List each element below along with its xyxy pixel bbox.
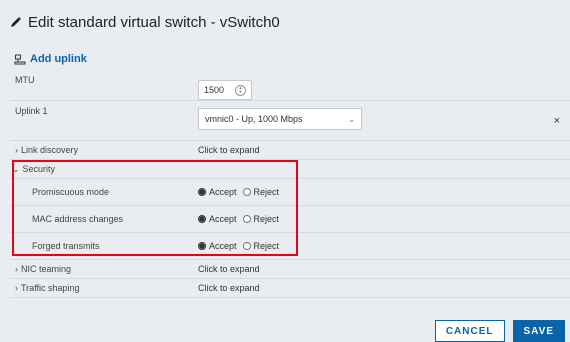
security-row[interactable]: ⌄ Security xyxy=(10,160,570,179)
add-uplink-label: Add uplink xyxy=(30,53,87,65)
promiscuous-accept-radio[interactable]: Accept xyxy=(198,187,237,197)
promiscuous-reject-radio[interactable]: Reject xyxy=(242,187,279,197)
mac-address-changes-label: MAC address changes xyxy=(32,214,124,224)
add-uplink-link[interactable]: Add uplink xyxy=(14,53,87,65)
promiscuous-mode-label: Promiscuous mode xyxy=(32,187,110,197)
forged-accept-radio[interactable]: Accept xyxy=(198,241,237,251)
promiscuous-mode-row: Promiscuous mode Accept Reject xyxy=(10,179,570,206)
chevron-right-icon[interactable]: › xyxy=(15,264,18,274)
radio-unselected-icon[interactable] xyxy=(242,242,251,250)
radio-selected-icon[interactable] xyxy=(198,242,206,250)
pencil-icon xyxy=(10,16,22,28)
link-discovery-label: Link discovery xyxy=(21,145,79,155)
uplink-selected-value: vmnic0 - Up, 1000 Mbps xyxy=(205,114,303,124)
forged-transmits-label: Forged transmits xyxy=(32,241,100,251)
chevron-down-icon: ⌄ xyxy=(348,114,355,124)
chevron-right-icon[interactable]: › xyxy=(15,145,18,155)
mtu-stepper-icon[interactable]: ▲ ▼ xyxy=(235,84,246,96)
mac-changes-reject-radio[interactable]: Reject xyxy=(242,214,279,224)
chevron-right-icon[interactable]: › xyxy=(15,283,18,293)
link-discovery-expand[interactable]: Click to expand xyxy=(190,145,570,155)
radio-selected-icon[interactable] xyxy=(198,215,206,223)
mtu-input[interactable]: 1500 ▲ ▼ xyxy=(198,80,252,100)
chevron-down-icon[interactable]: ⌄ xyxy=(12,164,20,174)
uplink-select[interactable]: vmnic0 - Up, 1000 Mbps ⌄ xyxy=(198,108,362,130)
traffic-shaping-expand[interactable]: Click to expand xyxy=(190,283,570,293)
traffic-shaping-label: Traffic shaping xyxy=(21,283,80,293)
radio-unselected-icon[interactable] xyxy=(242,188,251,196)
mtu-value: 1500 xyxy=(204,85,225,95)
dialog-title: Edit standard virtual switch - vSwitch0 xyxy=(10,10,280,34)
cancel-button[interactable]: CANCEL xyxy=(434,320,505,342)
forged-transmits-row: Forged transmits Accept Reject xyxy=(10,233,570,260)
mtu-label: MTU xyxy=(15,75,35,85)
uplink-row: Uplink 1 vmnic0 - Up, 1000 Mbps ⌄ × xyxy=(10,101,570,141)
radio-unselected-icon[interactable] xyxy=(242,215,251,223)
link-discovery-row[interactable]: › Link discovery Click to expand xyxy=(10,141,570,160)
mac-changes-accept-radio[interactable]: Accept xyxy=(198,214,237,224)
forged-reject-radio[interactable]: Reject xyxy=(242,241,279,251)
switch-settings-grid: MTU 1500 ▲ ▼ Uplink 1 vmnic0 - Up, 1000 M… xyxy=(10,70,570,298)
edit-vswitch-dialog: Edit standard virtual switch - vSwitch0 … xyxy=(0,0,570,342)
uplink-label: Uplink 1 xyxy=(15,106,48,116)
radio-selected-icon[interactable] xyxy=(198,188,206,196)
mac-address-changes-row: MAC address changes Accept Reject xyxy=(10,206,570,233)
remove-uplink-close-icon[interactable]: × xyxy=(554,115,560,127)
network-adapter-icon xyxy=(14,54,26,65)
mtu-row: MTU 1500 ▲ ▼ xyxy=(10,70,570,101)
security-label: Security xyxy=(22,163,56,174)
traffic-shaping-row[interactable]: › Traffic shaping Click to expand xyxy=(10,279,570,298)
dialog-footer: CANCEL SAVE xyxy=(434,320,565,342)
nic-teaming-expand[interactable]: Click to expand xyxy=(190,264,570,274)
nic-teaming-row[interactable]: › NIC teaming Click to expand xyxy=(10,260,570,279)
save-button[interactable]: SAVE xyxy=(512,320,565,342)
dialog-title-text: Edit standard virtual switch - vSwitch0 xyxy=(28,13,280,31)
nic-teaming-label: NIC teaming xyxy=(21,264,72,274)
